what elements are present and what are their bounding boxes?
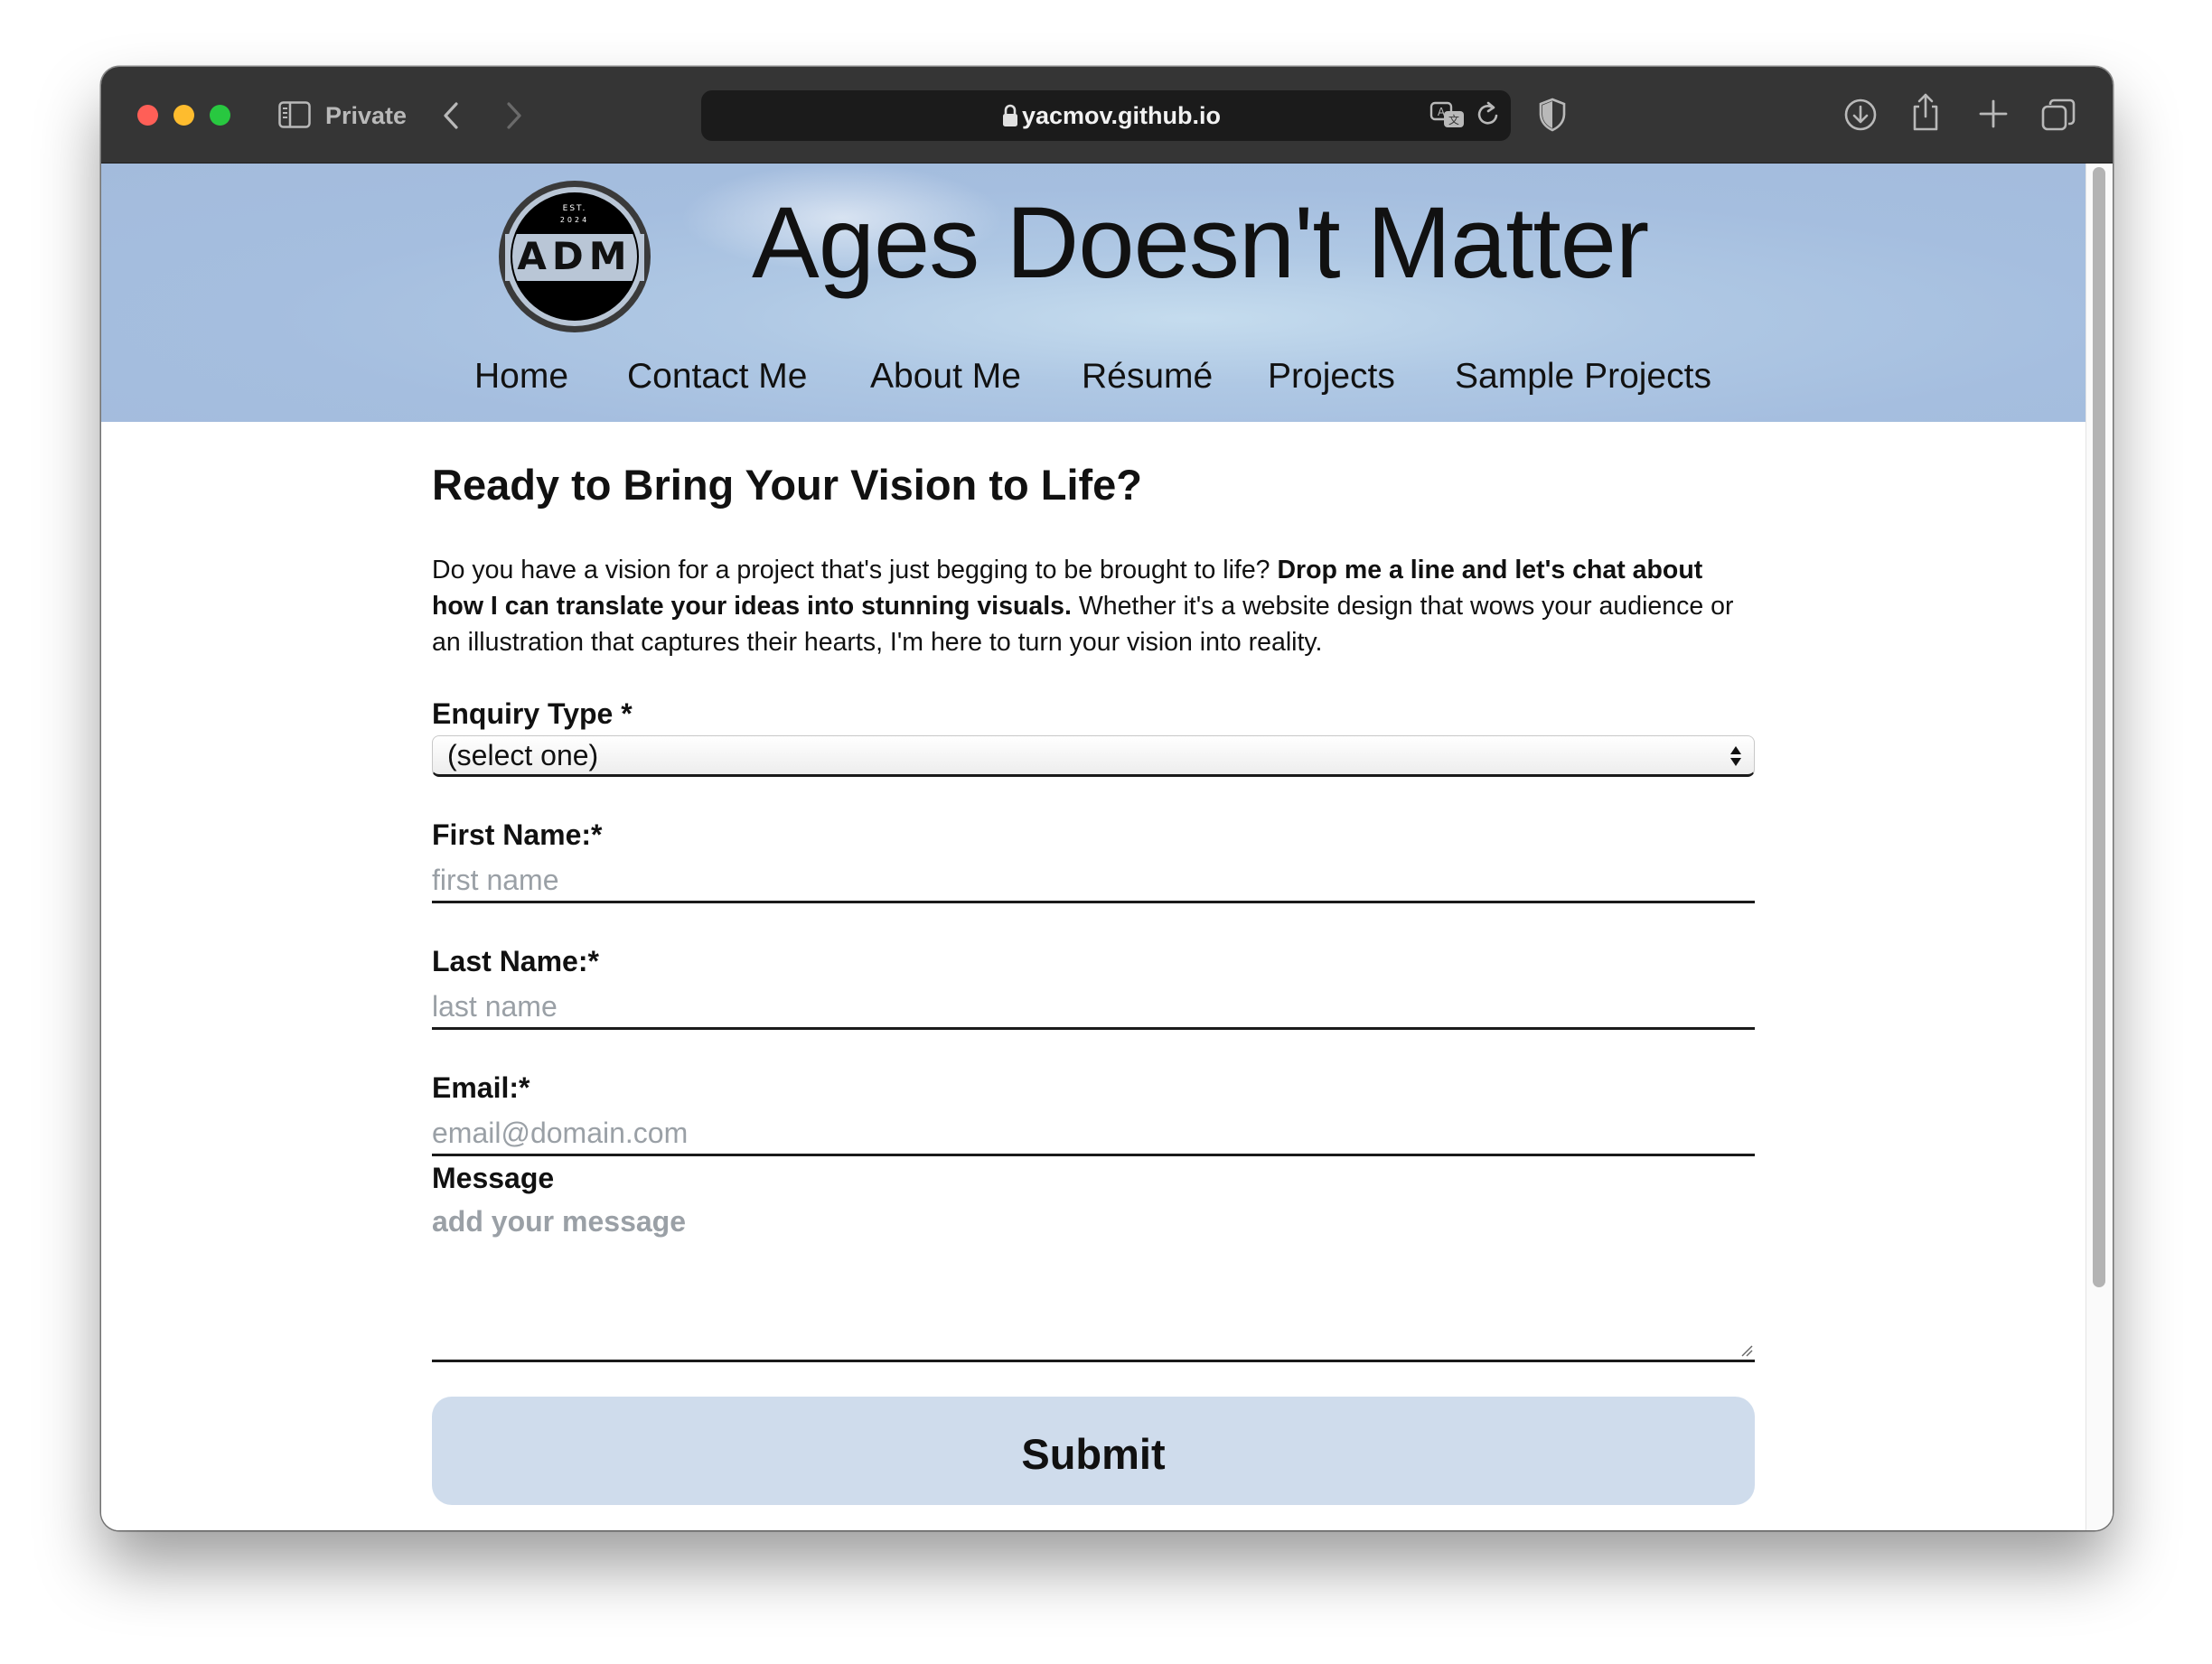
svg-text:文: 文 (1448, 113, 1459, 126)
scrollbar-thumb[interactable] (2093, 167, 2105, 1287)
download-icon[interactable] (1843, 98, 1878, 132)
new-tab-plus-icon[interactable] (1977, 98, 2010, 130)
enquiry-type-value: (select one) (447, 739, 599, 771)
page-viewport: EST. 2024 ADM Ages Doesn't Matter Home C… (101, 164, 2113, 1530)
message-placeholder: add your message (432, 1205, 686, 1238)
last-name-input[interactable]: last name (432, 983, 1755, 1030)
translate-icon[interactable]: A 文 (1429, 100, 1466, 129)
nav-projects[interactable]: Projects (1268, 351, 1395, 402)
submit-label: Submit (1021, 1430, 1166, 1478)
site-header: EST. 2024 ADM Ages Doesn't Matter Home C… (101, 164, 2085, 422)
private-mode-label: Private (325, 102, 408, 129)
email-input[interactable]: email@domain.com (432, 1109, 1755, 1156)
share-icon[interactable] (1910, 92, 1941, 132)
site-title: Ages Doesn't Matter (752, 186, 1649, 299)
adm-logo[interactable]: EST. 2024 ADM (496, 178, 653, 335)
nav-home[interactable]: Home (474, 351, 568, 402)
logo-year-text: 2024 (560, 216, 589, 224)
message-textarea[interactable]: add your message (432, 1200, 1755, 1362)
logo-text: ADM (517, 234, 632, 278)
email-placeholder: email@domain.com (432, 1117, 689, 1149)
minimize-window-button[interactable] (173, 105, 194, 126)
submit-button[interactable]: Submit (432, 1397, 1755, 1505)
enquiry-type-label: Enquiry Type * (432, 697, 633, 730)
last-name-placeholder: last name (432, 990, 558, 1023)
reload-icon[interactable] (1475, 100, 1502, 129)
browser-toolbar: Private yacmov.github.io A 文 (101, 67, 2113, 164)
enquiry-type-select[interactable]: (select one) (432, 735, 1755, 777)
page-scrollbar[interactable] (2085, 164, 2113, 1530)
lock-icon (1003, 104, 1017, 126)
back-arrow-icon[interactable] (439, 99, 463, 132)
sidebar-toggle-icon[interactable] (278, 101, 311, 128)
first-name-placeholder: first name (432, 864, 559, 896)
url-text[interactable]: yacmov.github.io (701, 90, 1511, 141)
zoom-window-button[interactable] (210, 105, 230, 126)
resize-handle-icon[interactable] (1740, 1344, 1753, 1357)
first-name-label: First Name:* (432, 818, 603, 851)
address-bar[interactable]: yacmov.github.io (701, 90, 1511, 141)
privacy-shield-icon[interactable] (1538, 98, 1567, 132)
nav-contact-me[interactable]: Contact Me (627, 351, 807, 402)
tab-overview-icon[interactable] (2040, 98, 2076, 132)
first-name-input[interactable]: first name (432, 856, 1755, 903)
main-navigation: Home Contact Me About Me Résumé Projects… (101, 351, 2085, 402)
close-window-button[interactable] (137, 105, 158, 126)
last-name-label: Last Name:* (432, 945, 599, 977)
nav-about-me[interactable]: About Me (870, 351, 1021, 402)
intro-paragraph: Do you have a vision for a project that'… (432, 556, 1734, 657)
nav-resume[interactable]: Résumé (1082, 351, 1213, 402)
message-label: Message (432, 1162, 555, 1194)
forward-arrow-icon[interactable] (502, 99, 526, 132)
page-heading: Ready to Bring Your Vision to Life? (432, 461, 1143, 509)
browser-window: Private yacmov.github.io A 文 EST. 2024 A… (101, 67, 2113, 1530)
nav-sample-projects[interactable]: Sample Projects (1455, 351, 1711, 402)
logo-est-text: EST. (563, 204, 587, 213)
email-label: Email:* (432, 1071, 530, 1104)
select-arrows-icon (1730, 746, 1741, 766)
